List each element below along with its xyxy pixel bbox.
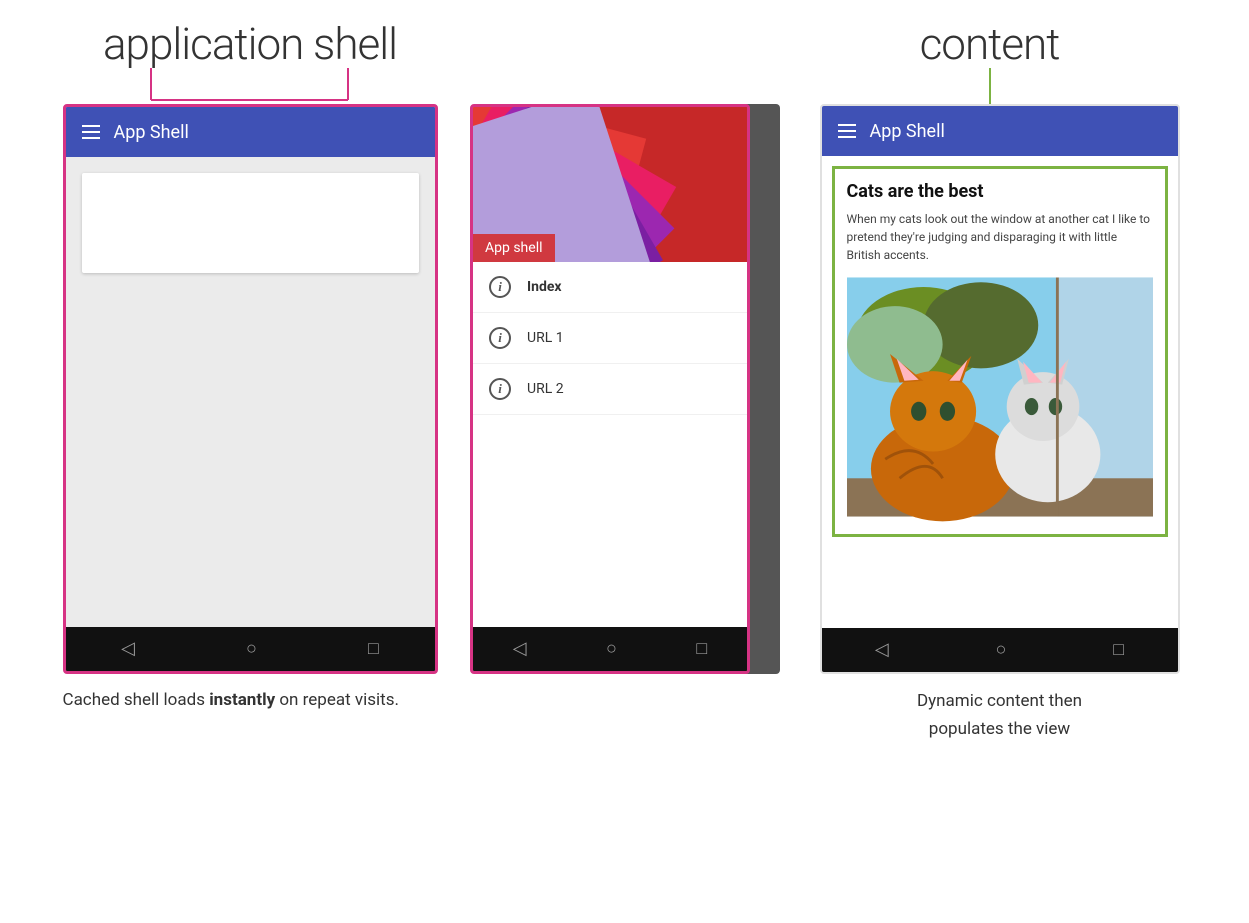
page-layout: application shell content <box>0 0 1249 923</box>
right-phone-nav-bar: ◁ ○ □ <box>822 628 1178 672</box>
right-square-icon: □ <box>1113 641 1124 659</box>
right-phone-content: Cats are the best When my cats look out … <box>822 156 1178 628</box>
middle-square-icon: □ <box>696 640 707 658</box>
home-icon: ○ <box>246 640 257 658</box>
app-shell-overlay: App shell <box>473 234 555 262</box>
middle-spacer <box>470 20 760 104</box>
drawer-label-url1: URL 1 <box>527 330 564 346</box>
left-phone-titlebar: App Shell <box>66 107 435 157</box>
middle-home-icon: ○ <box>606 640 617 658</box>
hamburger-icon <box>82 125 100 139</box>
right-phone: App Shell Cats are the best When my cats… <box>820 104 1180 674</box>
app-shell-label-area: application shell <box>30 20 470 104</box>
content-article-title: Cats are the best <box>847 181 1153 202</box>
drawer-item-url1: i URL 1 <box>473 313 747 364</box>
cat-image-svg <box>847 272 1153 522</box>
drawer-item-url2: i URL 2 <box>473 364 747 415</box>
info-icon-index: i <box>489 276 511 298</box>
left-caption-part1: Cached shell loads <box>63 690 210 710</box>
square-icon: □ <box>368 640 379 658</box>
middle-back-icon: ◁ <box>513 640 527 658</box>
left-caption-bold: instantly <box>209 690 275 710</box>
content-bracket-svg <box>890 68 1090 104</box>
right-hamburger-icon <box>838 124 856 138</box>
content-article-desc: When my cats look out the window at anot… <box>847 210 1153 264</box>
content-label-area: content <box>760 20 1219 104</box>
left-caption: Cached shell loads instantly on repeat v… <box>63 688 438 714</box>
application-shell-heading: application shell <box>103 20 397 68</box>
green-bordered-content: Cats are the best When my cats look out … <box>832 166 1168 537</box>
middle-phone: App shell i Index i URL 1 <box>470 104 750 674</box>
left-phone: App Shell ◁ ○ □ <box>63 104 438 674</box>
right-caption-line1: Dynamic content then <box>917 688 1082 715</box>
drawer-label-url2: URL 2 <box>527 381 564 397</box>
right-phone-title: App Shell <box>870 121 945 142</box>
drawer-item-index: i Index <box>473 262 747 313</box>
info-icon-url2: i <box>489 378 511 400</box>
drawer-label-index: Index <box>527 279 562 295</box>
drawer-content: i Index i URL 1 i URL 2 <box>473 262 747 627</box>
left-phone-area: App Shell ◁ ○ □ Cached shell loads insta… <box>30 104 470 714</box>
middle-phone-nav-bar: ◁ ○ □ <box>473 627 747 671</box>
info-icon-url1: i <box>489 327 511 349</box>
right-phone-area: App Shell Cats are the best When my cats… <box>780 104 1219 742</box>
colorful-header: App shell <box>473 107 747 262</box>
left-phone-nav-bar: ◁ ○ □ <box>66 627 435 671</box>
app-shell-bracket-svg <box>55 68 445 104</box>
right-caption: Dynamic content then populates the view <box>917 688 1082 742</box>
right-home-icon: ○ <box>996 641 1007 659</box>
left-phone-white-card <box>82 173 419 273</box>
cat-image <box>847 272 1153 522</box>
content-heading: content <box>920 20 1060 68</box>
right-caption-line2: populates the view <box>917 716 1082 743</box>
left-caption-part2: on repeat visits. <box>275 690 399 710</box>
back-icon: ◁ <box>121 640 135 658</box>
middle-phone-area: App shell i Index i URL 1 <box>470 104 780 674</box>
right-phone-titlebar: App Shell <box>822 106 1178 156</box>
left-phone-content <box>66 157 435 627</box>
left-phone-title: App Shell <box>114 122 189 143</box>
right-back-icon: ◁ <box>875 641 889 659</box>
